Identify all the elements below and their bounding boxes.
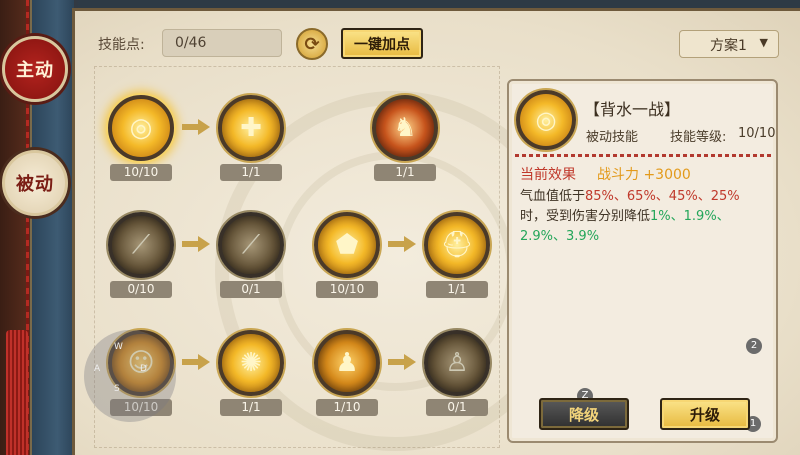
skill-level-3: 1/1 xyxy=(374,164,436,181)
skill-level-value: 10/10 xyxy=(738,126,776,141)
skill-description: 气血值低于85%、65%、45%、25% 时，受到伤害分别降低1%、1.9%、2.… xyxy=(520,187,770,247)
joystick-key-d: D xyxy=(140,364,147,374)
joystick-key-w: W xyxy=(114,342,123,352)
scheme-dropdown[interactable]: 方案1 ▼ xyxy=(679,30,779,58)
tab-active-skills[interactable]: 主动 xyxy=(2,36,68,102)
arrow-icon xyxy=(182,353,212,371)
auto-add-button[interactable]: 一键加点 xyxy=(341,28,423,59)
skill-level-4: 0/10 xyxy=(110,281,172,298)
skill-type: 被动技能 xyxy=(586,130,639,145)
skill-node-4[interactable]: ⟋ xyxy=(108,212,174,278)
skill-level-5: 0/1 xyxy=(220,281,282,298)
golden-shield-icon: ⬟ xyxy=(335,230,359,260)
figure-icon: ♟ xyxy=(335,348,359,378)
skill-name: 【背水一战】 xyxy=(584,100,681,119)
raised-arms-figure-icon: ♙ xyxy=(445,348,469,378)
blade-light-icon: ⟋ xyxy=(241,229,261,260)
arrow-icon xyxy=(388,353,418,371)
helmet-icon: ⛑ xyxy=(440,230,474,260)
skill-level-10: 1/10 xyxy=(316,399,378,416)
skill-points-label: 技能点: xyxy=(98,37,145,53)
joystick-key-s: S xyxy=(114,384,120,394)
skill-level-label: 技能等级: xyxy=(670,130,727,145)
skill-level-2: 1/1 xyxy=(220,164,282,181)
skill-level-6: 10/10 xyxy=(316,281,378,298)
joystick-key-a: A xyxy=(94,364,101,374)
golden-swirl-icon: ◎ xyxy=(516,90,576,150)
desc-thresholds: 85%、65%、45%、25% xyxy=(585,189,740,204)
downgrade-button[interactable]: 降级 xyxy=(539,398,629,430)
current-effect-label: 当前效果 xyxy=(520,167,576,183)
scheme-label: 方案1 xyxy=(710,38,747,54)
skill-node-9[interactable]: ✺ xyxy=(218,330,284,396)
current-effect-value: 战斗力 +3000 xyxy=(597,167,691,183)
desc-prefix: 气血值低于 xyxy=(520,189,586,204)
tassel-decoration xyxy=(6,330,28,455)
desc-middle: 时，受到伤害分别降低 xyxy=(520,209,651,224)
shield-plus-icon: ✚ xyxy=(240,113,262,143)
blade-icon: ⟋ xyxy=(131,229,151,260)
skill-points-value: 0/46 xyxy=(162,29,282,57)
dragon-warrior-icon: ♞ xyxy=(393,113,417,143)
hotkey-badge-2: 2 xyxy=(746,338,762,354)
golden-swirl-icon: ◎ xyxy=(129,113,153,143)
skill-level-9: 1/1 xyxy=(220,399,282,416)
skill-node-10[interactable]: ♟ xyxy=(314,330,380,396)
skill-node-1[interactable]: ◎ xyxy=(108,95,174,161)
skill-level-11: 0/1 xyxy=(426,399,488,416)
refresh-icon: ⟳ xyxy=(304,33,320,55)
skill-node-2[interactable]: ✚ xyxy=(218,95,284,161)
skill-node-5[interactable]: ⟋ xyxy=(218,212,284,278)
reset-button[interactable]: ⟳ xyxy=(296,28,328,60)
arrow-icon xyxy=(182,118,212,136)
skill-level-1: 10/10 xyxy=(110,164,172,181)
upgrade-button[interactable]: 升级 xyxy=(660,398,750,430)
divider xyxy=(515,154,771,157)
arrow-icon xyxy=(182,235,212,253)
virtual-joystick[interactable]: W A S D xyxy=(84,330,176,422)
skill-level-7: 1/1 xyxy=(426,281,488,298)
chevron-down-icon: ▼ xyxy=(759,36,768,49)
tab-passive-skills[interactable]: 被动 xyxy=(2,150,68,216)
skill-node-11[interactable]: ♙ xyxy=(424,330,490,396)
skill-node-6[interactable]: ⬟ xyxy=(314,212,380,278)
skill-node-3[interactable]: ♞ xyxy=(372,95,438,161)
arrow-icon xyxy=(388,235,418,253)
skill-node-7[interactable]: ⛑ xyxy=(424,212,490,278)
radiant-figure-icon: ✺ xyxy=(240,348,262,378)
